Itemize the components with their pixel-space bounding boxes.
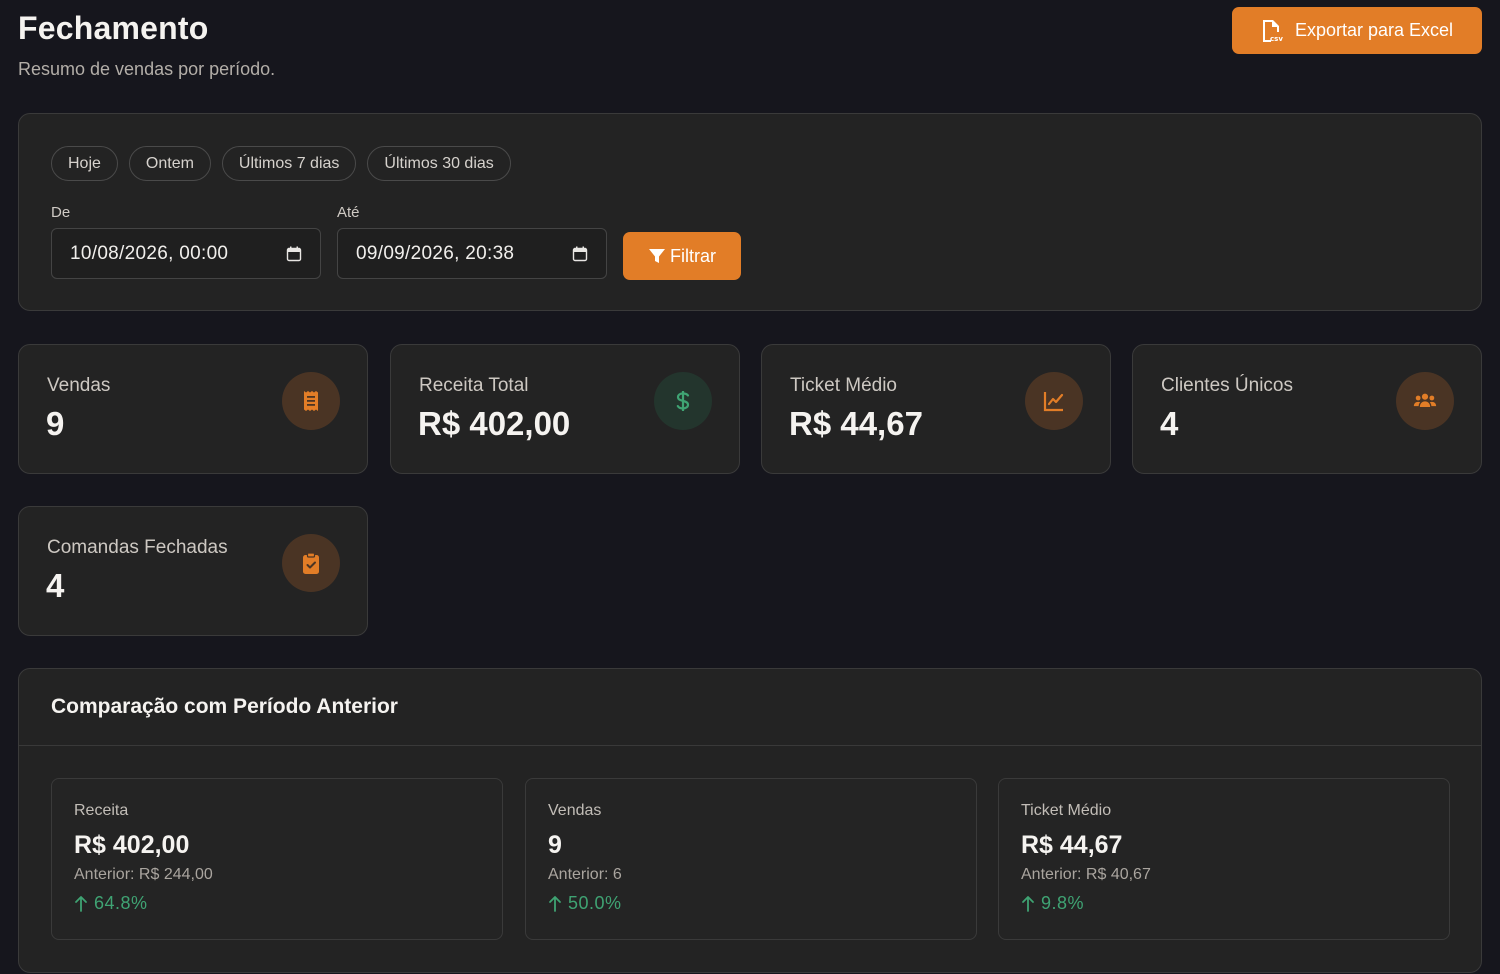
- comparison-change-value: 50.0%: [568, 893, 622, 913]
- comparison-label: Ticket Médio: [1021, 802, 1112, 819]
- stat-value: R$ 44,67: [789, 405, 923, 442]
- filter-button-label: Filtrar: [670, 245, 716, 266]
- to-date-value: 09/09/2026, 20:38: [356, 242, 515, 264]
- comparison-change: 9.8%: [1021, 893, 1084, 914]
- comparison-label: Receita: [74, 802, 129, 819]
- comparison-value: R$ 402,00: [74, 831, 190, 859]
- comparison-change: 64.8%: [74, 893, 148, 914]
- arrow-up-icon: [549, 896, 561, 912]
- comparison-previous: Anterior: 6: [548, 866, 622, 883]
- comparison-change-value: 64.8%: [94, 893, 148, 913]
- quick-range-chips: Hoje Ontem Últimos 7 dias Últimos 30 dia…: [51, 146, 511, 181]
- stat-value: 4: [1160, 405, 1179, 442]
- chip-today[interactable]: Hoje: [51, 146, 118, 181]
- comparison-title: Comparação com Período Anterior: [51, 695, 398, 718]
- comparison-card-sales: Vendas 9 Anterior: 6 50.0%: [525, 778, 977, 940]
- clipboard-check-icon: [282, 534, 340, 592]
- comparison-previous: Anterior: R$ 244,00: [74, 866, 213, 883]
- stat-label: Clientes Únicos: [1161, 375, 1293, 396]
- filter-panel: Hoje Ontem Últimos 7 dias Últimos 30 dia…: [18, 113, 1482, 311]
- comparison-card-revenue: Receita R$ 402,00 Anterior: R$ 244,00 64…: [51, 778, 503, 940]
- arrow-up-icon: [1022, 896, 1034, 912]
- comparison-card-average-ticket: Ticket Médio R$ 44,67 Anterior: R$ 40,67…: [998, 778, 1450, 940]
- chip-yesterday[interactable]: Ontem: [128, 146, 211, 181]
- stat-value: 4: [46, 567, 65, 604]
- export-excel-label: Exportar para Excel: [1294, 20, 1454, 40]
- calendar-icon[interactable]: [286, 246, 302, 262]
- chart-line-icon: [1025, 372, 1083, 430]
- filter-button[interactable]: Filtrar: [623, 232, 741, 280]
- users-icon: [1396, 372, 1454, 430]
- file-csv-icon: csv: [1262, 19, 1283, 43]
- comparison-value: 9: [548, 831, 562, 859]
- chip-last-30-days[interactable]: Últimos 30 dias: [367, 146, 511, 181]
- filter-icon: [649, 249, 665, 263]
- to-label: Até: [337, 204, 360, 221]
- stat-label: Vendas: [47, 375, 111, 396]
- stat-card-average-ticket: Ticket Médio R$ 44,67: [761, 344, 1111, 474]
- comparison-label: Vendas: [548, 802, 602, 819]
- comparison-value: R$ 44,67: [1021, 831, 1123, 859]
- comparison-previous: Anterior: R$ 40,67: [1021, 866, 1151, 883]
- dollar-icon: [654, 372, 712, 430]
- chip-last-7-days[interactable]: Últimos 7 dias: [221, 146, 357, 181]
- stat-card-unique-clients: Clientes Únicos 4: [1132, 344, 1482, 474]
- stat-card-revenue: Receita Total R$ 402,00: [390, 344, 740, 474]
- export-excel-button[interactable]: csv Exportar para Excel: [1232, 7, 1482, 54]
- arrow-up-icon: [75, 896, 87, 912]
- comparison-change: 50.0%: [548, 893, 622, 914]
- page-subtitle: Resumo de vendas por período.: [18, 59, 276, 79]
- stat-value: R$ 402,00: [418, 405, 571, 442]
- stat-card-closed-tabs: Comandas Fechadas 4: [18, 506, 368, 636]
- comparison-panel: Comparação com Período Anterior Receita …: [18, 668, 1482, 973]
- stat-label: Ticket Médio: [790, 375, 897, 396]
- calendar-icon[interactable]: [572, 246, 588, 262]
- comparison-change-value: 9.8%: [1041, 893, 1085, 913]
- stat-value: 9: [46, 405, 65, 442]
- stat-label: Comandas Fechadas: [47, 537, 228, 558]
- stat-label: Receita Total: [419, 375, 529, 396]
- from-date-input[interactable]: 10/08/2026, 00:00: [51, 228, 321, 279]
- page-header: Fechamento Resumo de vendas por período.: [18, 10, 275, 80]
- receipt-icon: [282, 372, 340, 430]
- from-date-value: 10/08/2026, 00:00: [70, 242, 229, 264]
- svg-text:csv: csv: [1270, 35, 1283, 43]
- to-date-input[interactable]: 09/09/2026, 20:38: [337, 228, 607, 279]
- from-label: De: [51, 204, 71, 221]
- stat-card-sales: Vendas 9: [18, 344, 368, 474]
- divider: [19, 745, 1481, 746]
- page-title: Fechamento: [18, 10, 209, 46]
